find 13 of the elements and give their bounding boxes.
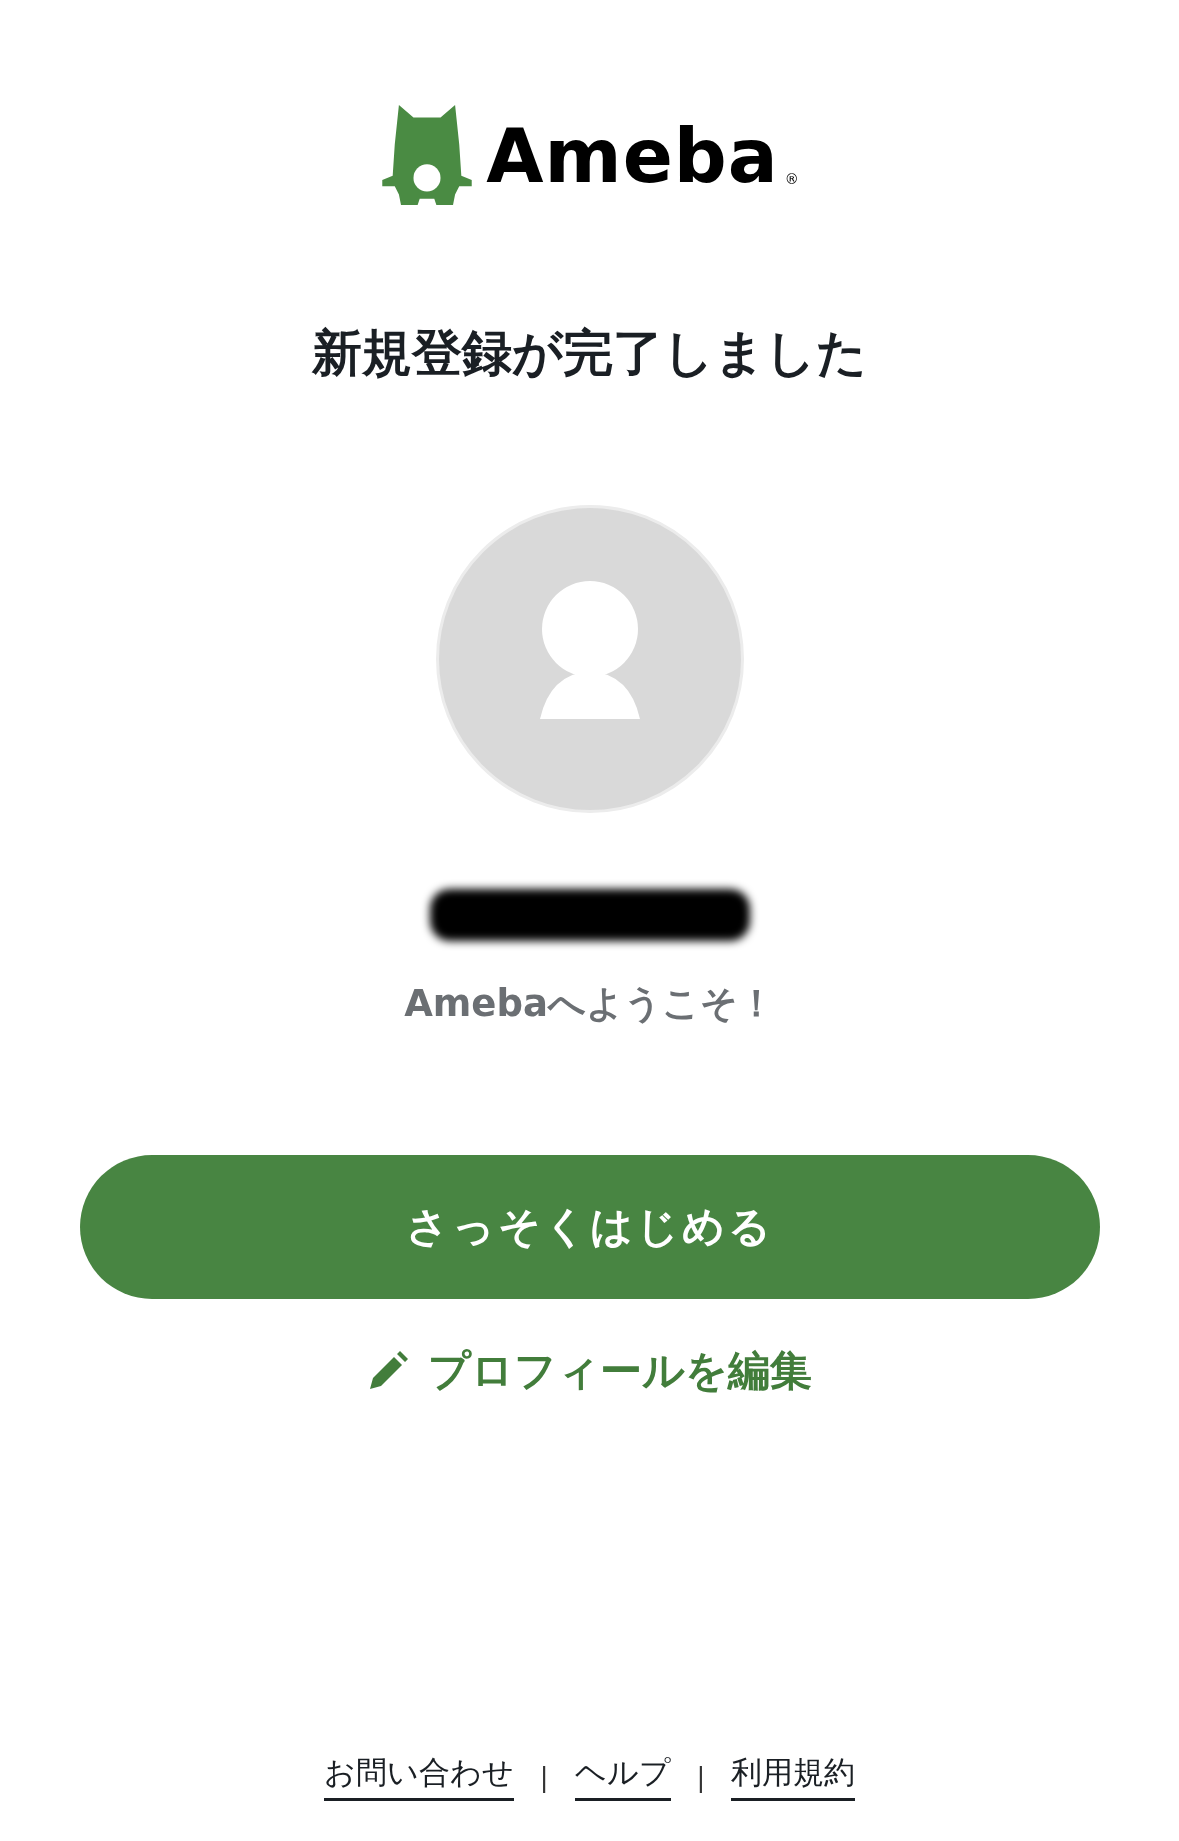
- logo-wordmark: Ameba: [486, 119, 779, 201]
- page-title: 新規登録が完了しました: [312, 323, 867, 383]
- separator: |: [696, 1761, 706, 1792]
- start-button[interactable]: さっそくはじめる: [79, 1155, 1100, 1299]
- edit-profile-link[interactable]: プロフィールを編集: [367, 1343, 812, 1399]
- separator: |: [539, 1761, 549, 1792]
- pencil-icon: [367, 1351, 408, 1391]
- welcome-text: Amebaへようこそ！: [404, 981, 775, 1027]
- footer-link[interactable]: ヘルプ: [574, 1752, 671, 1801]
- registered-mark: ®: [784, 171, 799, 189]
- mascot-icon: [380, 103, 475, 207]
- footer-link[interactable]: お問い合わせ: [323, 1752, 514, 1801]
- footer-link[interactable]: 利用規約: [731, 1752, 856, 1801]
